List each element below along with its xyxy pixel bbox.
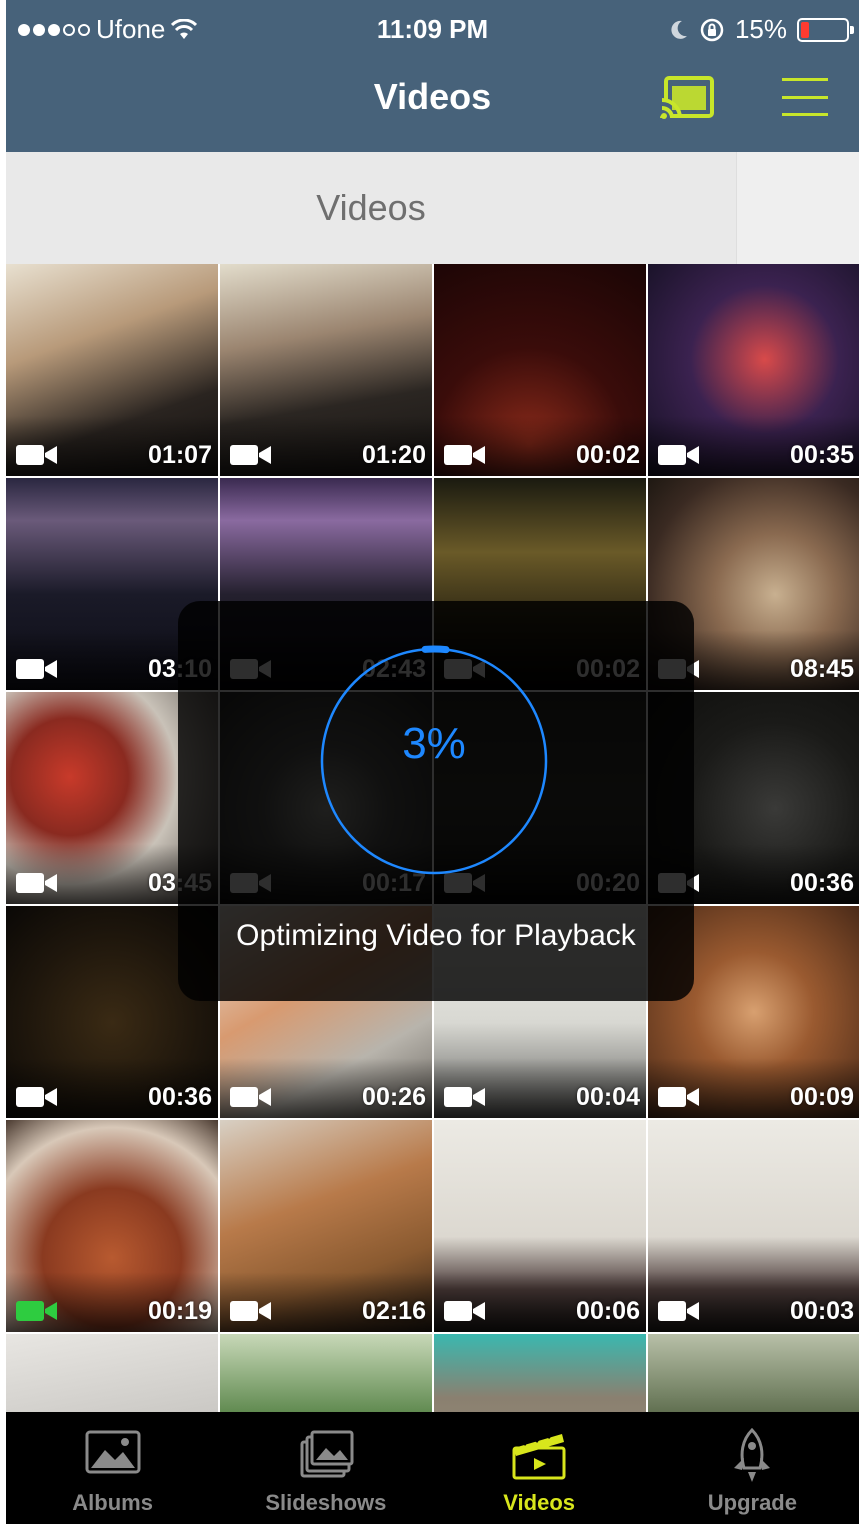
video-duration: 00:19 (148, 1297, 212, 1325)
tab-albums-label: Albums (72, 1490, 153, 1515)
video-duration: 01:20 (362, 441, 426, 469)
video-thumbnail[interactable] (220, 1334, 432, 1412)
rocket-icon (734, 1428, 771, 1482)
video-duration: 01:07 (148, 441, 212, 469)
video-duration: 00:04 (576, 1083, 640, 1111)
clapperboard-icon (512, 1430, 566, 1480)
video-thumbnail[interactable]: 01:20 (220, 264, 432, 476)
video-duration: 00:36 (790, 869, 854, 897)
video-duration: 02:16 (362, 1297, 426, 1325)
video-camera-icon (658, 1087, 699, 1107)
video-camera-icon (16, 1301, 57, 1321)
video-thumbnail[interactable]: 00:02 (434, 264, 646, 476)
progress-percent: 3% (402, 719, 466, 768)
battery-percent: 15% (734, 14, 787, 44)
video-thumbnail[interactable]: 00:19 (6, 1120, 218, 1332)
video-camera-icon (658, 1301, 699, 1321)
video-duration: 00:03 (790, 1297, 854, 1325)
moon-icon (671, 20, 687, 39)
video-thumbnail[interactable]: 00:03 (648, 1120, 859, 1332)
video-duration: 00:35 (790, 441, 854, 469)
tab-albums[interactable]: Albums (6, 1412, 219, 1524)
video-camera-icon (16, 873, 57, 893)
page-title: Videos (373, 76, 492, 117)
video-duration: 00:26 (362, 1083, 426, 1111)
video-camera-icon (16, 659, 57, 679)
rotation-lock-icon (700, 18, 724, 41)
status-right: 15% (669, 14, 854, 45)
video-camera-icon (230, 1087, 271, 1107)
video-duration: 00:02 (576, 441, 640, 469)
video-duration: 00:36 (148, 1083, 212, 1111)
video-thumbnail[interactable] (648, 1334, 859, 1412)
video-thumbnail[interactable] (434, 1334, 646, 1412)
video-camera-icon (658, 445, 699, 465)
tab-bar: Albums Slideshows Videos Upgrade (6, 1412, 859, 1524)
video-duration: 08:45 (790, 655, 854, 683)
cast-icon[interactable] (658, 74, 716, 122)
loading-overlay: 3% Optimizing Video for Playback (178, 601, 694, 1001)
tab-upgrade-label: Upgrade (707, 1490, 797, 1515)
video-camera-icon (444, 445, 485, 465)
loading-message: Optimizing Video for Playback (236, 919, 636, 952)
photo-icon (85, 1430, 141, 1474)
tab-videos[interactable]: Videos (433, 1412, 646, 1524)
segment-side-panel (736, 152, 859, 264)
video-camera-icon (16, 445, 57, 465)
status-bar: Ufone 11:09 PM 15% (6, 0, 859, 58)
app-frame: Ufone 11:09 PM 15% Videos Videos 01:07 0… (6, 0, 859, 1524)
segment-videos[interactable]: Videos (6, 152, 736, 264)
video-duration: 00:09 (790, 1083, 854, 1111)
video-thumbnail[interactable]: 02:16 (220, 1120, 432, 1332)
tab-slideshows-label: Slideshows (265, 1490, 387, 1515)
video-camera-icon (16, 1087, 57, 1107)
segment-bar: Videos (6, 152, 859, 264)
video-thumbnail[interactable]: 00:06 (434, 1120, 646, 1332)
video-camera-icon (444, 1087, 485, 1107)
tab-slideshows[interactable]: Slideshows (219, 1412, 432, 1524)
slideshow-icon (300, 1430, 354, 1478)
video-thumbnail[interactable]: 00:35 (648, 264, 859, 476)
video-camera-icon (444, 1301, 485, 1321)
video-camera-icon (230, 1301, 271, 1321)
header: Ufone 11:09 PM 15% Videos (6, 0, 859, 152)
tab-videos-label: Videos (503, 1490, 575, 1515)
tab-upgrade[interactable]: Upgrade (646, 1412, 859, 1524)
menu-button[interactable] (782, 74, 828, 120)
video-duration: 00:06 (576, 1297, 640, 1325)
video-camera-icon (230, 445, 271, 465)
video-thumbnail[interactable] (6, 1334, 218, 1412)
battery-icon (797, 17, 854, 42)
video-thumbnail[interactable]: 01:07 (6, 264, 218, 476)
